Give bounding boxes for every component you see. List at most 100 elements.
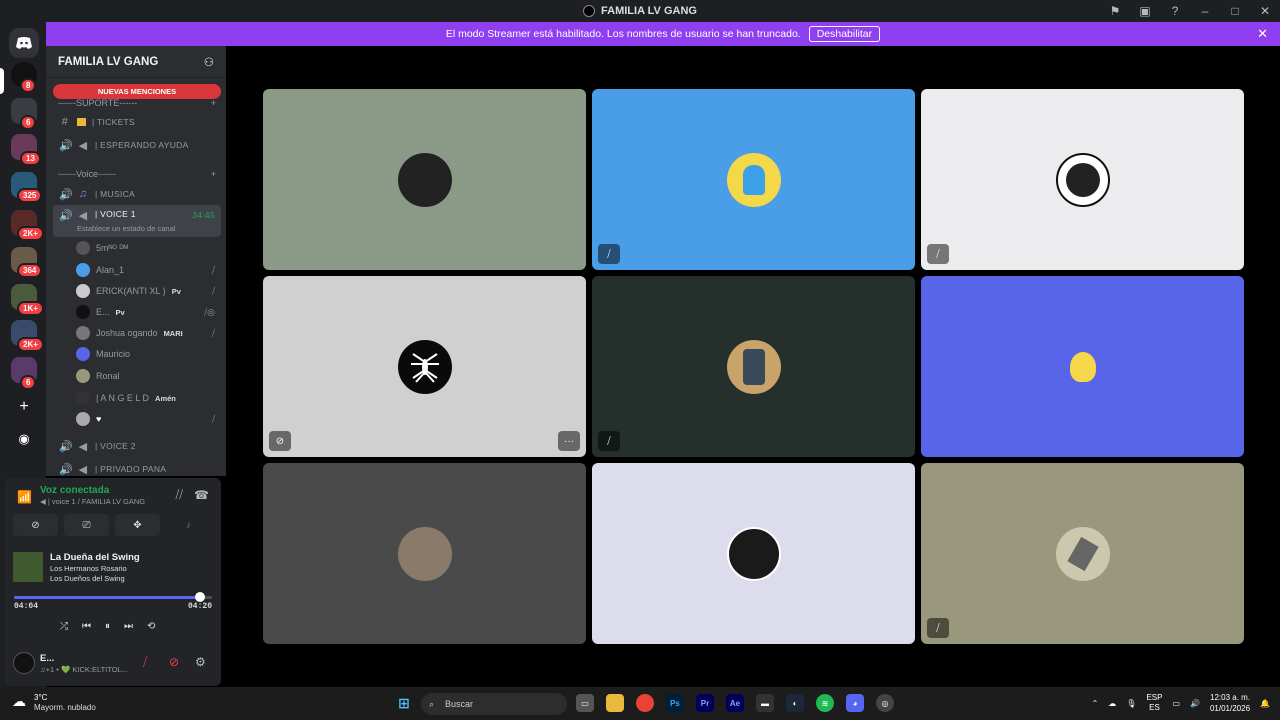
song-title[interactable]: La Dueña del Swing [50, 552, 140, 563]
microphone-icon[interactable]: 🎙 [1126, 699, 1136, 708]
next-icon[interactable]: ⏭ [124, 621, 133, 632]
temperature: 3°C [34, 693, 48, 702]
clock[interactable]: 12:03 a. m. 01/01/2026 [1210, 692, 1250, 714]
participant-tile[interactable]: ⊘ ··· [263, 276, 586, 457]
discord-home-button[interactable] [9, 28, 39, 58]
channel-voice1[interactable]: 🔊 ◀ | VOICE 1 34:45 Establece un estado de c… [53, 205, 221, 237]
repeat-icon[interactable]: ⟲ [147, 621, 155, 632]
volume-icon[interactable]: 🔊 [1190, 699, 1200, 708]
category-voice[interactable]: ------Voice------ + [58, 169, 216, 179]
more-options-icon[interactable]: ··· [558, 431, 580, 451]
avatar [76, 263, 90, 277]
new-mentions-button[interactable]: NUEVAS MENCIONES [53, 84, 221, 99]
photoshop-icon[interactable]: Ps [666, 694, 684, 712]
channel-status[interactable]: Establece un estado de canal [77, 224, 175, 233]
user-name: Mauricio [96, 349, 131, 359]
discord-icon[interactable]: ◕ [846, 694, 864, 712]
soundboard-button[interactable]: ♪ [166, 514, 211, 536]
screen-share-button[interactable]: ⎚ [64, 514, 109, 536]
shuffle-icon[interactable]: ⤮ [60, 621, 68, 632]
explore-icon[interactable]: ◉ [11, 426, 37, 452]
settings-gear-icon[interactable]: ⚙ [195, 655, 206, 669]
cloud-tray-icon[interactable]: ☁ [1108, 699, 1116, 708]
app-icon[interactable]: ◎ [876, 694, 894, 712]
song-album[interactable]: Los Dueños del Swing [50, 574, 125, 583]
participant-tile[interactable]: ⧸ [921, 463, 1244, 644]
previous-icon[interactable]: ⏮ [82, 621, 91, 632]
channel-esperando[interactable]: 🔊 ◀ | ESPERANDO AYUDA [53, 135, 221, 155]
avatar[interactable] [13, 652, 35, 674]
voice-user[interactable]: Joshua ogando MARI ⧸ [76, 323, 221, 343]
participant-tile[interactable] [263, 463, 586, 644]
chrome-icon[interactable] [636, 694, 654, 712]
help-icon[interactable]: ? [1160, 4, 1190, 18]
after-effects-icon[interactable]: Ae [726, 694, 744, 712]
voice-location[interactable]: ◀ | voice 1 / FAMILIA LV GANG [40, 497, 145, 506]
progress-bar[interactable] [14, 592, 212, 602]
participant-tile[interactable]: ⧸ [592, 276, 915, 457]
voice-user[interactable]: Alan_1 ⧸ [76, 260, 221, 280]
voice-user[interactable]: Ronal [76, 366, 221, 386]
disconnect-icon[interactable]: ☎ [194, 488, 209, 502]
channel-privado[interactable]: 🔊 ◀ | PRIVADO PANA [53, 459, 221, 476]
weather-widget[interactable]: ☁ 3°C Mayorm. nublado [12, 693, 96, 712]
inbox-icon[interactable]: ▣ [1130, 4, 1160, 18]
invite-icon[interactable]: ⚇ [204, 55, 214, 69]
guild-header[interactable]: FAMILIA LV GANG ⚇ [46, 46, 226, 78]
system-tray: ⌃ ☁ 🎙 ESP ES ▭ 🔊 12:03 a. m. 01/01/2026 🔔 [1092, 692, 1270, 714]
category-support[interactable]: ------SUPORTE------ + [58, 98, 216, 108]
network-icon[interactable]: ▭ [1172, 699, 1180, 708]
camera-off-button[interactable]: ⊘ [13, 514, 58, 536]
taskbar-search[interactable]: ⌕ Buscar [421, 693, 567, 715]
participant-tile[interactable]: ⧸ [592, 89, 915, 270]
user-tag: Pv [171, 286, 181, 296]
disable-button[interactable]: Deshabilitar [808, 26, 881, 42]
channel-sidebar: FAMILIA LV GANG ⚇ NUEVAS MENCIONES -----… [46, 46, 226, 476]
server-badge: 6 [20, 375, 37, 390]
participant-tile[interactable] [921, 276, 1244, 457]
steam-icon[interactable]: ◐ [786, 694, 804, 712]
add-server-icon[interactable]: + [11, 394, 37, 420]
notification-icon[interactable]: 🔔 [1260, 699, 1270, 708]
mic-muted-icon[interactable]: ⧸ [143, 655, 147, 670]
activities-button[interactable]: ✥ [115, 514, 160, 536]
windows-start-icon[interactable]: ⊞ [395, 694, 413, 712]
language-indicator[interactable]: ESP ES [1146, 693, 1162, 713]
mute-icon: ⧸ [211, 327, 215, 338]
chevron-up-icon[interactable]: ⌃ [1092, 699, 1099, 708]
channel-tickets[interactable]: # | TICKETS [53, 112, 221, 132]
noise-suppression-icon[interactable]: ⧸⧸ [176, 489, 183, 502]
channel-musica[interactable]: 🔊 ♫ | MUSICA [53, 184, 221, 204]
participant-tile[interactable] [592, 463, 915, 644]
avatar [397, 526, 452, 581]
song-artist[interactable]: Los Hermanos Rosario [50, 564, 127, 573]
participant-tile[interactable]: ⧸ [921, 89, 1244, 270]
flag-icon[interactable]: ⚑ [1100, 4, 1130, 18]
user-name: Joshua ogando [96, 328, 158, 338]
premiere-icon[interactable]: Pr [696, 694, 714, 712]
avatar [76, 305, 90, 319]
capcut-icon[interactable]: ▬ [756, 694, 774, 712]
clock-time: 12:03 a. m. [1210, 693, 1251, 702]
pause-icon[interactable]: ⏸ [105, 621, 110, 632]
task-view-icon[interactable]: ▭ [576, 694, 594, 712]
voice-user[interactable]: | A N G E L D Amén [76, 388, 221, 408]
close-button[interactable]: ✕ [1250, 4, 1280, 18]
file-explorer-icon[interactable] [606, 694, 624, 712]
voice-user[interactable]: ♥ ⧸ [76, 409, 221, 429]
window-controls: ⚑ ▣ ? – □ ✕ [1100, 0, 1280, 22]
channel-voice2[interactable]: 🔊 ◀ | VOICE 2 [53, 436, 221, 456]
progress-knob[interactable] [195, 592, 206, 602]
deafen-icon[interactable]: ⊘ [169, 655, 179, 669]
spotify-icon[interactable]: ≋ [816, 694, 834, 712]
discord-logo-icon [16, 37, 32, 49]
voice-user[interactable]: Mauricio [76, 344, 221, 364]
voice-user[interactable]: ERICK(ANTI XL ) Pv ⧸ [76, 281, 221, 301]
participant-tile[interactable] [263, 89, 586, 270]
voice-user[interactable]: 5mᴺᴼ ᴰᴹ [76, 238, 221, 258]
minimize-button[interactable]: – [1190, 4, 1220, 18]
maximize-button[interactable]: □ [1220, 4, 1250, 18]
voice-user[interactable]: E... Pv ⧸◎ [76, 302, 221, 322]
user-name[interactable]: E... [40, 653, 54, 664]
close-banner-icon[interactable]: ✕ [1257, 26, 1268, 42]
